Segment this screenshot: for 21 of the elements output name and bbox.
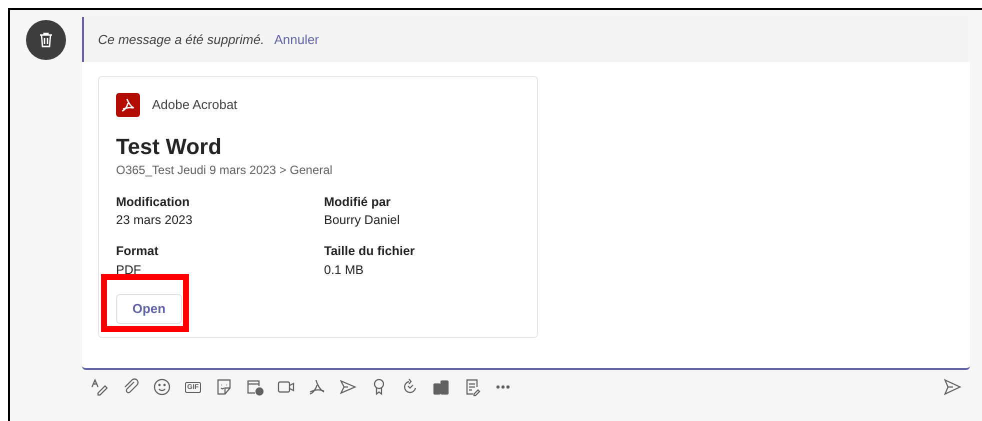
- field-value: Bourry Daniel: [324, 212, 401, 230]
- smiley-icon[interactable]: [152, 377, 172, 397]
- acrobat-icon[interactable]: [307, 377, 327, 397]
- send-icon[interactable]: [942, 377, 962, 397]
- field-label: Format: [116, 243, 160, 260]
- trash-icon: [26, 20, 66, 60]
- field-value: 23 mars 2023: [116, 212, 194, 230]
- field-label: Modifié par: [324, 194, 392, 211]
- format-icon[interactable]: [90, 377, 110, 397]
- open-button[interactable]: Open: [116, 294, 182, 324]
- file-location: O365_Test Jeudi 9 mars 2023 > General: [116, 162, 334, 178]
- field-label: Modification: [116, 194, 191, 210]
- acrobat-logo-icon: [116, 93, 140, 117]
- send-arrow-icon[interactable]: [338, 377, 358, 397]
- deleted-message-notice: Ce message a été supprimé.: [98, 30, 264, 49]
- app-name: Adobe Acrobat: [152, 96, 238, 114]
- field-value: PDF: [116, 262, 142, 279]
- field-value: 0.1 MB: [324, 262, 365, 279]
- undo-link[interactable]: Annuler: [274, 30, 320, 50]
- field-label: Taille du fichier: [324, 243, 416, 260]
- file-title: Test Word: [116, 133, 223, 160]
